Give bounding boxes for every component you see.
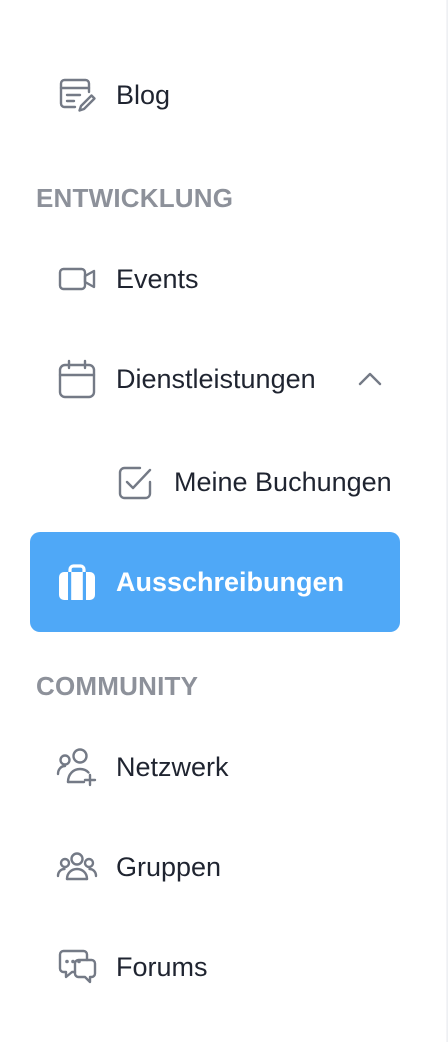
chevron-up-icon[interactable] xyxy=(354,363,386,395)
sidebar-item-label: Meine Buchungen xyxy=(174,467,392,497)
sidebar-item-label: Blog xyxy=(116,80,171,110)
blog-edit-icon xyxy=(56,74,98,116)
sidebar-item-label: Netzwerk xyxy=(116,752,229,782)
sidebar-nav: Blog ENTWICKLUNG Events Dienstleistungen xyxy=(0,0,448,1042)
briefcase-icon xyxy=(56,561,98,603)
calendar-icon xyxy=(56,358,98,400)
sidebar-item-label: Dienstleistungen xyxy=(116,364,316,394)
section-heading-development: ENTWICKLUNG xyxy=(36,183,234,213)
video-camera-icon xyxy=(56,258,98,300)
users-group-icon xyxy=(56,846,98,888)
check-square-icon xyxy=(114,461,156,503)
sidebar-item-network[interactable]: Netzwerk xyxy=(30,717,400,817)
sidebar-item-services[interactable]: Dienstleistungen xyxy=(30,329,400,429)
sidebar-item-label: Forums xyxy=(116,952,208,982)
sidebar-item-label: Ausschreibungen xyxy=(116,567,345,597)
user-plus-icon xyxy=(56,746,98,788)
section-heading-community: COMMUNITY xyxy=(36,671,199,701)
sidebar-item-my-bookings[interactable]: Meine Buchungen xyxy=(30,432,400,532)
chat-bubbles-icon xyxy=(56,946,98,988)
sidebar-item-tenders[interactable]: Ausschreibungen xyxy=(30,532,400,632)
sidebar-item-forums[interactable]: Forums xyxy=(30,917,400,1017)
sidebar-item-blog[interactable]: Blog xyxy=(30,45,400,145)
sidebar-item-label: Events xyxy=(116,264,199,294)
sidebar-item-groups[interactable]: Gruppen xyxy=(30,817,400,917)
sidebar-item-events[interactable]: Events xyxy=(30,229,400,329)
sidebar-item-label: Gruppen xyxy=(116,852,222,882)
